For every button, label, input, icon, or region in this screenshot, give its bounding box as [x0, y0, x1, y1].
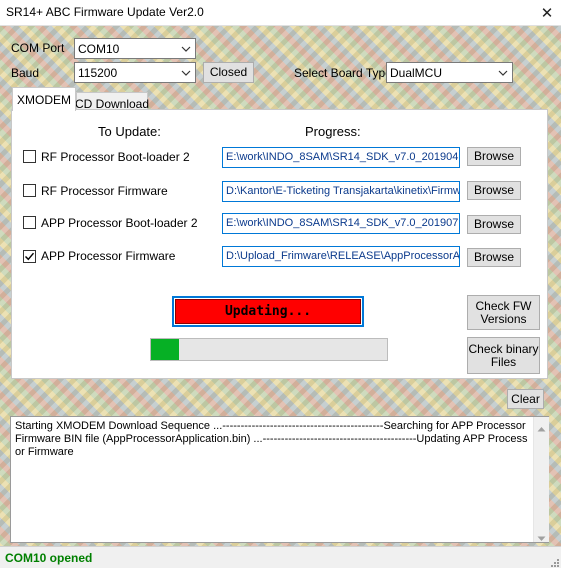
- log-textarea[interactable]: Starting XMODEM Download Sequence ...---…: [10, 416, 549, 543]
- app-firmware-path-field[interactable]: D:\Upload_Frimware\RELEASE\AppProcessorA…: [222, 246, 460, 267]
- board-type-select[interactable]: DualMCU: [386, 62, 513, 83]
- scroll-up-icon[interactable]: [537, 421, 546, 435]
- com-port-value: COM10: [78, 42, 120, 56]
- clear-log-button[interactable]: Clear: [507, 389, 544, 409]
- updating-status-button[interactable]: Updating...: [172, 296, 364, 327]
- com-port-select[interactable]: COM10: [74, 38, 196, 59]
- app-firmware-checkbox[interactable]: [23, 250, 36, 263]
- baud-label: Baud: [11, 66, 40, 80]
- status-text: COM10 opened: [5, 551, 93, 565]
- com-port-label: COM Port: [11, 41, 65, 55]
- app-firmware-label: APP Processor Firmware: [41, 249, 176, 263]
- app-bootloader-browse-button[interactable]: Browse: [467, 215, 521, 234]
- app-bootloader-label: APP Processor Boot-loader 2: [41, 216, 198, 230]
- rf-firmware-label: RF Processor Firmware: [41, 184, 168, 198]
- board-type-value: DualMCU: [390, 66, 443, 80]
- update-progress-bar: [150, 338, 388, 361]
- baud-select[interactable]: 115200: [74, 62, 196, 83]
- board-type-label: Select Board Type: [294, 66, 392, 80]
- check-icon: [25, 252, 35, 261]
- chevron-down-icon: [178, 41, 193, 56]
- app-firmware-browse-button[interactable]: Browse: [467, 248, 521, 267]
- scroll-down-icon[interactable]: [537, 531, 546, 545]
- baud-value: 115200: [78, 66, 118, 80]
- status-bar: COM10 opened: [0, 546, 561, 568]
- check-binary-files-button[interactable]: Check binary Files: [467, 337, 540, 374]
- progress-header: Progress:: [305, 124, 361, 139]
- rf-bootloader-browse-button[interactable]: Browse: [467, 147, 521, 166]
- tab-xmodem[interactable]: XMODEM: [12, 87, 76, 111]
- app-firmware-path: D:\Upload_Frimware\RELEASE\AppProcessorA…: [226, 250, 460, 262]
- progress-fill: [151, 339, 180, 360]
- to-update-header: To Update:: [98, 124, 161, 139]
- rf-bootloader-path-field[interactable]: E:\work\INDO_8SAM\SR14_SDK_v7.0_201904: [222, 147, 460, 168]
- close-button[interactable]: ✕: [536, 2, 558, 23]
- log-scrollbar[interactable]: [533, 417, 549, 542]
- rf-firmware-path-field[interactable]: D:\Kantor\E-Ticketing Transjakarta\kinet…: [222, 181, 460, 202]
- rf-firmware-checkbox[interactable]: [23, 184, 36, 197]
- chevron-down-icon: [495, 65, 510, 80]
- updating-indicator: Updating...: [175, 299, 361, 324]
- app-bootloader-path: E:\work\INDO_8SAM\SR14_SDK_v7.0_201907: [226, 217, 459, 229]
- rf-firmware-browse-button[interactable]: Browse: [467, 181, 521, 200]
- rf-firmware-path: D:\Kantor\E-Ticketing Transjakarta\kinet…: [226, 185, 460, 197]
- updating-label: Updating...: [224, 304, 312, 319]
- check-fw-versions-button[interactable]: Check FW Versions: [467, 295, 540, 330]
- rf-bootloader-label: RF Processor Boot-loader 2: [41, 150, 190, 164]
- rf-bootloader-path: E:\work\INDO_8SAM\SR14_SDK_v7.0_201904: [226, 151, 459, 163]
- chevron-down-icon: [178, 65, 193, 80]
- app-bootloader-checkbox[interactable]: [23, 216, 36, 229]
- title-bar: SR14+ ABC Firmware Update Ver2.0 ✕: [0, 0, 561, 26]
- app-bootloader-path-field[interactable]: E:\work\INDO_8SAM\SR14_SDK_v7.0_201907: [222, 213, 460, 234]
- connection-toggle-button[interactable]: Closed: [203, 62, 254, 83]
- log-text: Starting XMODEM Download Sequence ...---…: [15, 420, 528, 458]
- resize-grip-icon[interactable]: [549, 556, 559, 567]
- rf-bootloader-checkbox[interactable]: [23, 150, 36, 163]
- window-title: SR14+ ABC Firmware Update Ver2.0: [6, 5, 204, 19]
